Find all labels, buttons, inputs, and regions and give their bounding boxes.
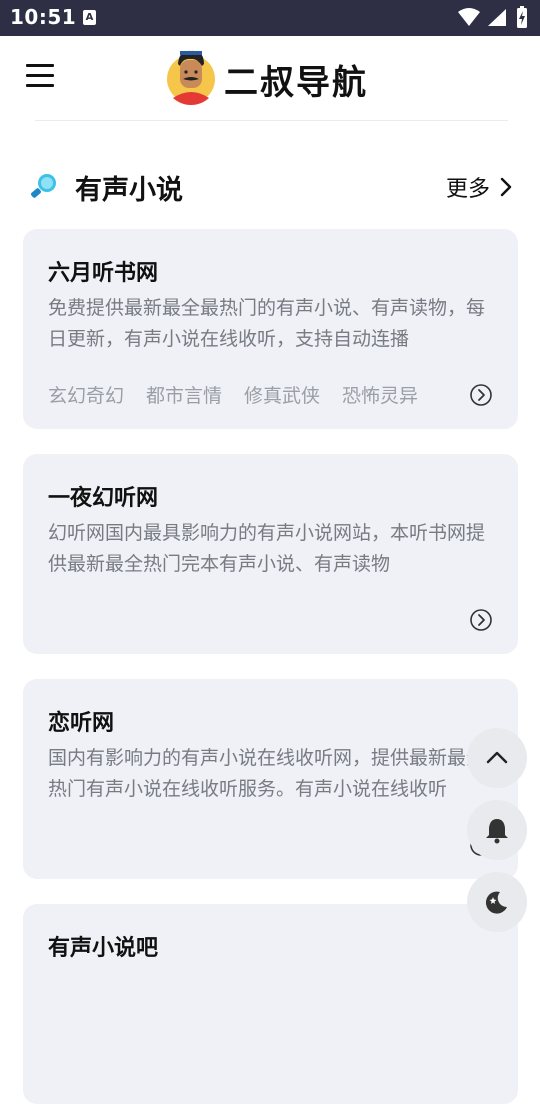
circle-arrow-icon[interactable] bbox=[469, 608, 493, 632]
tag-link[interactable]: 玄幻奇幻 bbox=[48, 381, 124, 408]
back-to-top-button[interactable] bbox=[467, 728, 527, 788]
tag-link[interactable]: 修真武侠 bbox=[244, 381, 320, 408]
tag-link[interactable]: 都市言情 bbox=[146, 381, 222, 408]
wifi-icon bbox=[458, 8, 480, 26]
section-title: 有声小说 bbox=[75, 175, 183, 206]
card-description: 国内有影响力的有声小说在线收听网，提供最新最全热门有声小说在线收听服务。有声小说… bbox=[48, 747, 486, 800]
magnifier-icon bbox=[31, 174, 56, 198]
card-tags: 玄幻奇幻 都市言情 修真武侠 恐怖灵异 bbox=[48, 381, 440, 411]
chevron-right-icon[interactable] bbox=[498, 176, 514, 198]
site-card[interactable]: 一夜幻听网 幻听网国内最具影响力的有声小说网站，本听书网提供最新最全热门完本有声… bbox=[23, 454, 518, 654]
avatar-logo[interactable] bbox=[163, 48, 219, 106]
status-bar: 10:51 A bbox=[0, 0, 540, 36]
site-card[interactable]: 六月听书网 免费提供最新最全最热门的有声小说、有声读物，每日更新，有声小说在线收… bbox=[23, 229, 518, 429]
card-title: 一夜幻听网 bbox=[48, 486, 159, 511]
card-description: 免费提供最新最全最热门的有声小说、有声读物，每日更新，有声小说在线收听，支持自动… bbox=[48, 297, 486, 350]
status-time: 10:51 bbox=[10, 5, 77, 29]
notification-icon: A bbox=[83, 10, 96, 25]
card-description: 幻听网国内最具影响力的有声小说网站，本听书网提供最新最全热门完本有声小说、有声读… bbox=[48, 522, 486, 575]
menu-button[interactable] bbox=[22, 60, 58, 92]
more-link[interactable]: 更多 bbox=[446, 171, 490, 203]
bell-icon bbox=[486, 819, 508, 844]
card-title: 有声小说吧 bbox=[48, 936, 159, 961]
signal-icon bbox=[488, 9, 506, 26]
status-icons bbox=[458, 6, 527, 28]
hamburger-icon bbox=[26, 64, 54, 67]
theme-toggle-button[interactable] bbox=[467, 872, 527, 932]
site-card[interactable]: 有声小说吧 bbox=[23, 904, 518, 1104]
section-header: 有声小说 更多 bbox=[0, 162, 540, 210]
header-divider bbox=[35, 120, 508, 121]
battery-icon bbox=[517, 6, 527, 28]
tag-link[interactable]: 恐怖灵异 bbox=[342, 381, 418, 408]
hamburger-line bbox=[26, 74, 54, 77]
chevron-up-icon bbox=[486, 751, 508, 764]
notification-button[interactable] bbox=[467, 800, 527, 860]
card-title: 六月听书网 bbox=[48, 261, 159, 286]
card-title: 恋听网 bbox=[48, 711, 115, 736]
top-header: 二叔导航 bbox=[0, 36, 540, 120]
moon-icon bbox=[485, 891, 507, 914]
site-card[interactable]: 恋听网 国内有影响力的有声小说在线收听网，提供最新最全热门有声小说在线收听服务。… bbox=[23, 679, 518, 879]
hamburger-line bbox=[26, 84, 54, 87]
brand-title: 二叔导航 bbox=[224, 63, 368, 103]
circle-arrow-icon[interactable] bbox=[469, 383, 493, 407]
